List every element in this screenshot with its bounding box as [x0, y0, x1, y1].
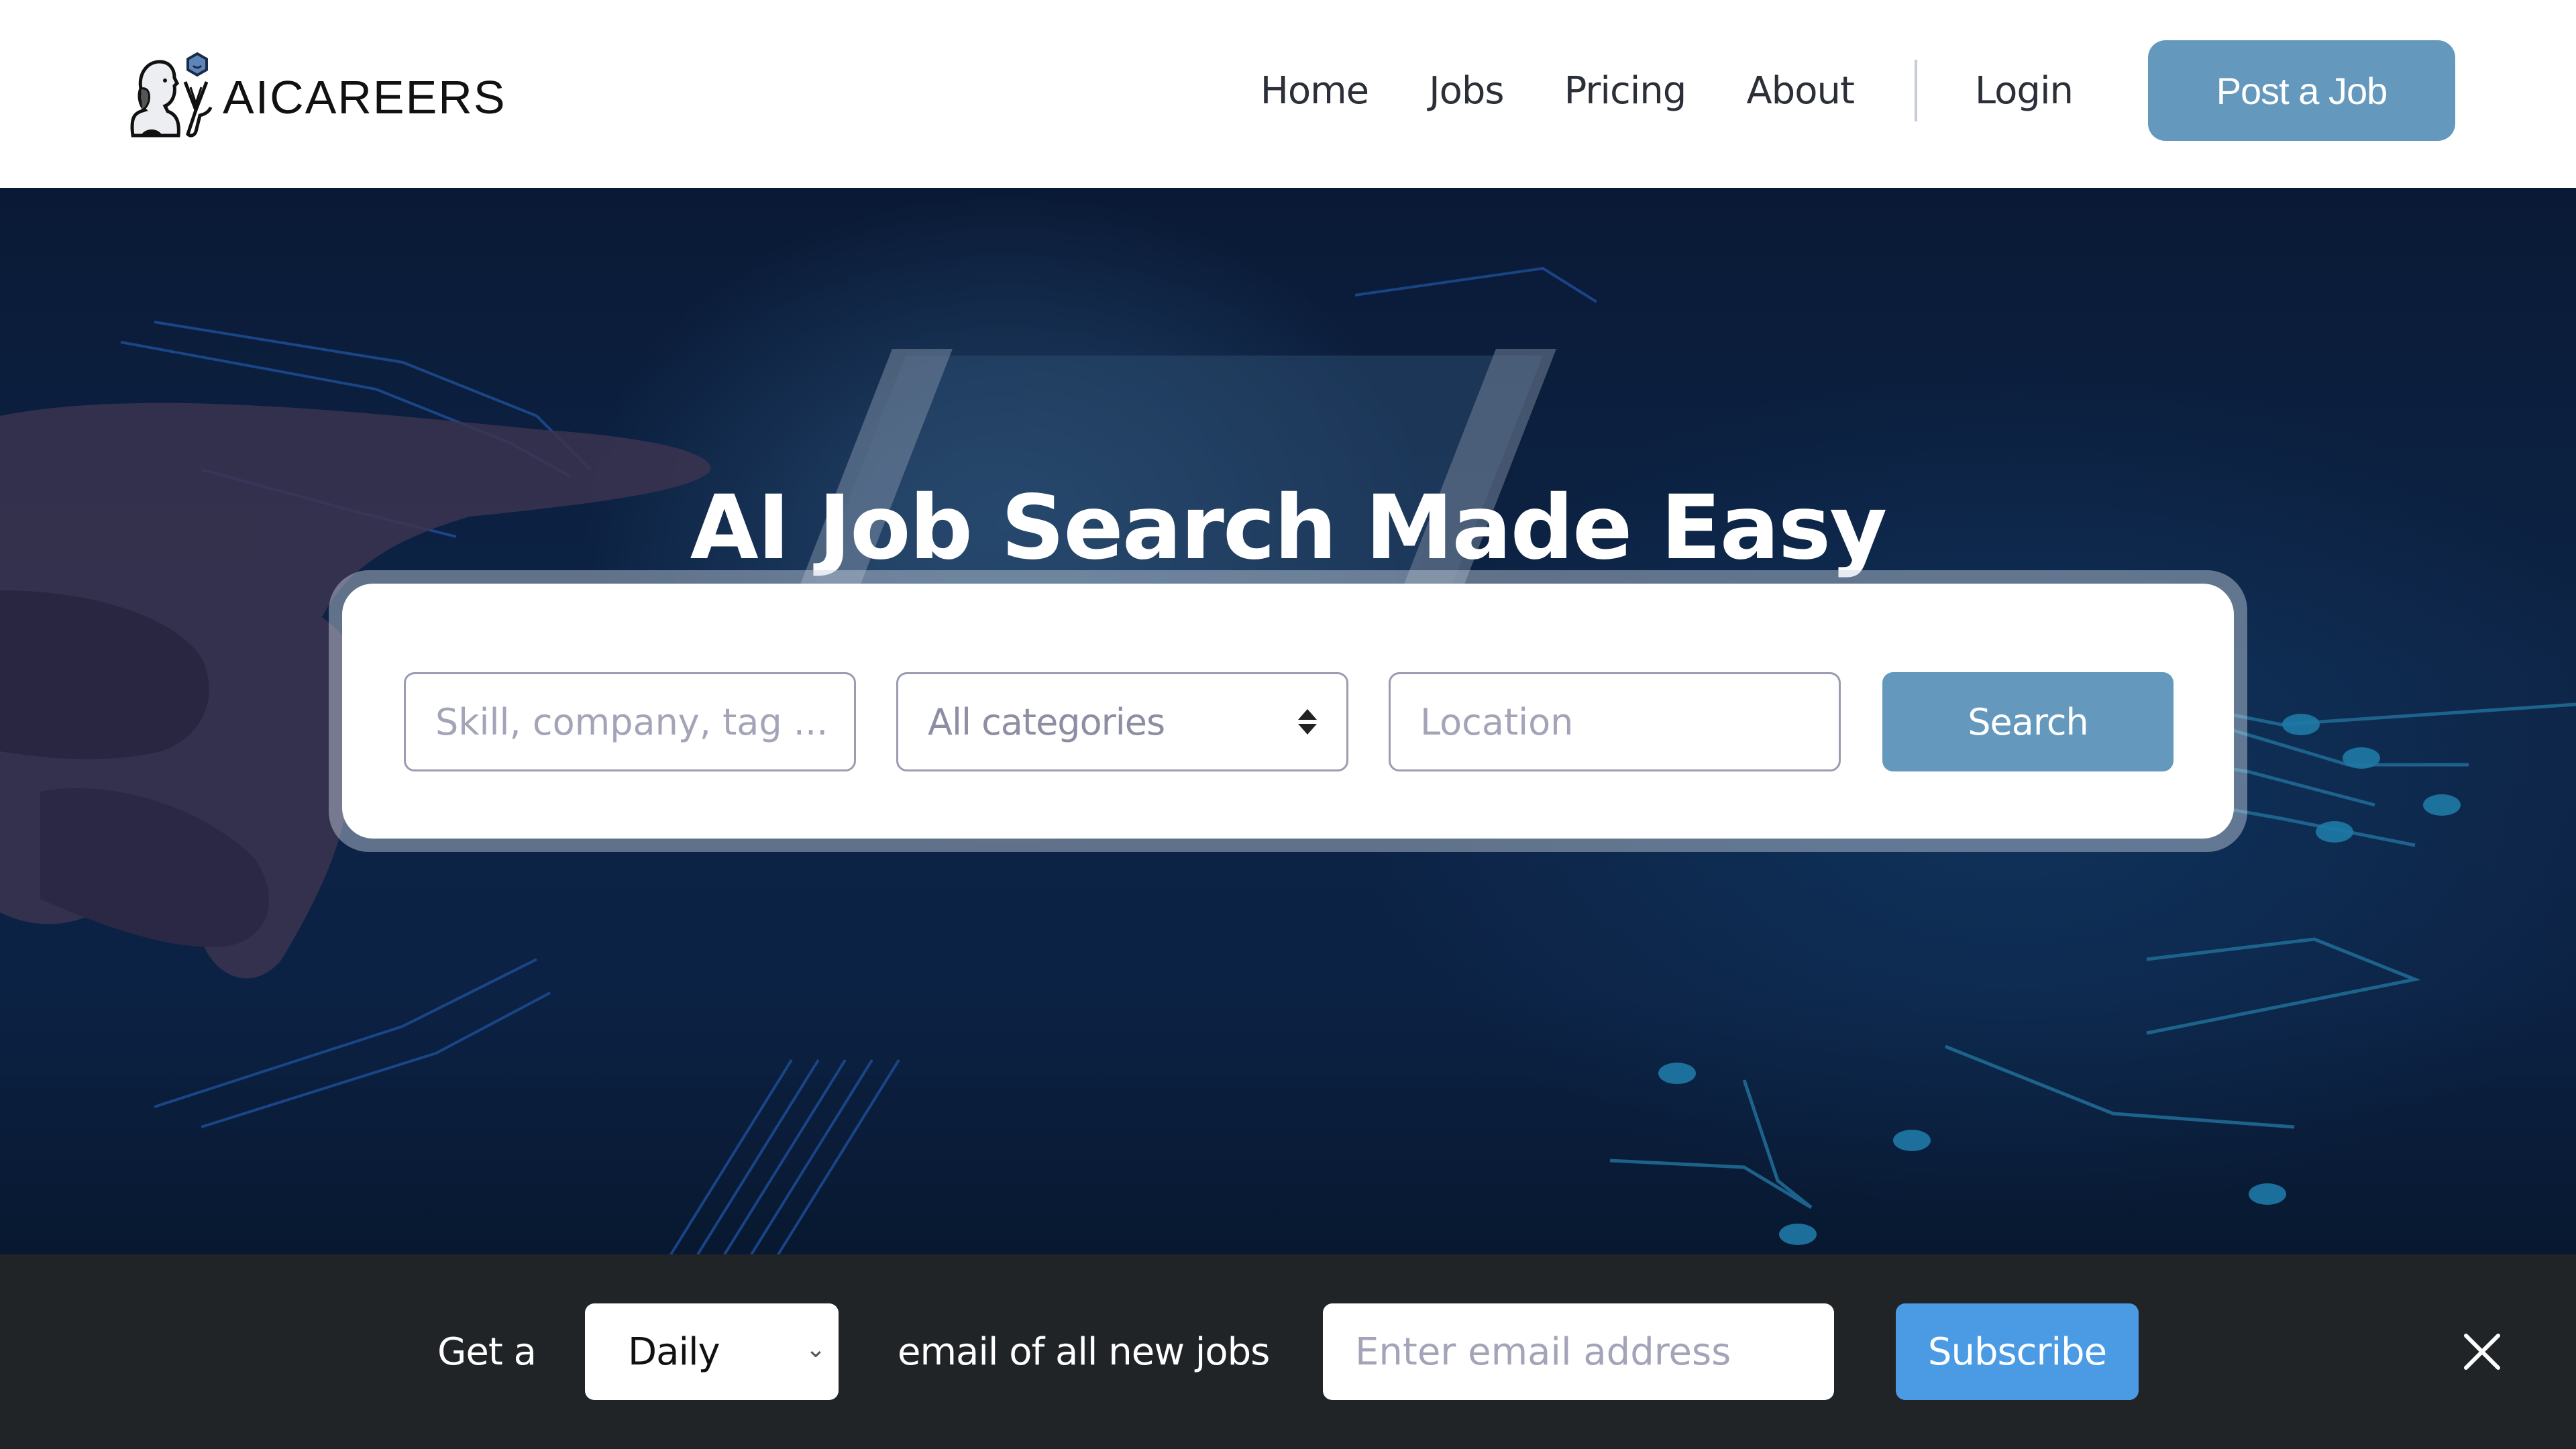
login-link[interactable]: Login [1975, 69, 2074, 113]
nav-link-about[interactable]: About [1746, 69, 1855, 113]
brand-name: AICAREERS [223, 71, 506, 123]
robot-head-with-flower-icon [130, 52, 213, 138]
nav-divider [1914, 60, 1917, 121]
main-nav: Home Jobs Pricing About Login Post a Job [1260, 40, 2455, 141]
frequency-selected-value: Daily [628, 1330, 720, 1374]
email-input[interactable] [1355, 1330, 1802, 1374]
chevron-down-icon: ⌄ [805, 1335, 826, 1363]
frequency-select[interactable]: Daily ⌄ [585, 1303, 839, 1400]
subscribe-prefix-text: Get a [437, 1330, 537, 1374]
skill-search-input[interactable] [435, 700, 824, 743]
post-a-job-button[interactable]: Post a Job [2148, 40, 2455, 141]
location-input[interactable] [1420, 700, 1809, 743]
close-icon [2464, 1334, 2500, 1370]
nav-link-pricing[interactable]: Pricing [1564, 69, 1687, 113]
sort-updown-icon [1298, 709, 1317, 735]
email-field[interactable] [1323, 1303, 1834, 1400]
hero-title: AI Job Search Made Easy [690, 476, 1888, 580]
close-subscribe-button[interactable] [2455, 1325, 2509, 1379]
subscribe-bar: Get a email of all new jobs [0, 1254, 2576, 1449]
nav-link-jobs[interactable]: Jobs [1429, 69, 1504, 113]
site-header: AICAREERS Home Jobs Pricing About Login … [0, 0, 2576, 188]
category-select[interactable]: All categories [896, 672, 1348, 771]
skill-search-field[interactable] [404, 672, 856, 771]
nav-link-home[interactable]: Home [1260, 69, 1369, 113]
category-selected-value: All categories [928, 700, 1165, 743]
subscribe-middle-text: email of all new jobs [898, 1330, 1270, 1374]
subscribe-button[interactable]: Subscribe [1896, 1303, 2139, 1400]
location-field[interactable] [1389, 672, 1841, 771]
brand-logo[interactable]: AICAREERS [121, 48, 506, 142]
search-button[interactable]: Search [1882, 672, 2174, 771]
